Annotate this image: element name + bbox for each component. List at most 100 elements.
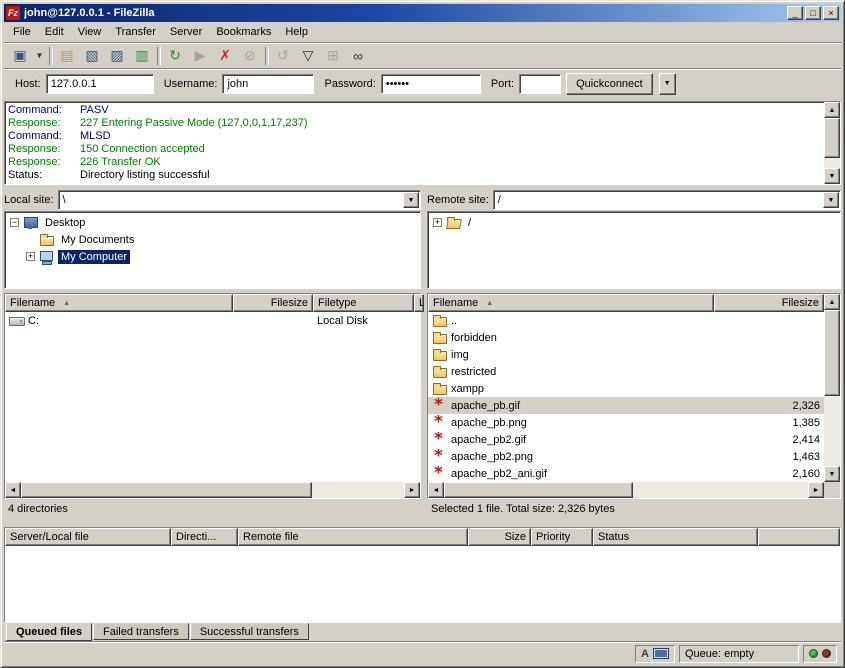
column-header-filesize[interactable]: Filesize <box>714 294 824 312</box>
tree-expander-icon[interactable] <box>26 252 35 261</box>
site-manager-icon[interactable]: ▣ <box>8 45 32 67</box>
tree-item[interactable]: Desktop <box>6 214 419 231</box>
filter-icon[interactable]: ▽ <box>296 45 320 67</box>
tab-failed-transfers[interactable]: Failed transfers <box>93 623 189 640</box>
site-manager-dropdown-icon[interactable]: ▼ <box>33 45 46 67</box>
tree-item[interactable]: / <box>429 214 839 231</box>
quickconnect-dropdown-icon[interactable]: ▼ <box>659 73 676 95</box>
file-row[interactable]: restricted <box>428 363 824 380</box>
tree-node-icon <box>39 232 55 247</box>
local-tree-toggle-icon[interactable]: ▧ <box>80 45 104 67</box>
file-row[interactable]: xampp <box>428 380 824 397</box>
local-site-combobox[interactable]: \ ▼ <box>58 190 421 210</box>
remote-tree-toggle-icon[interactable]: ▨ <box>105 45 129 67</box>
chevron-down-icon[interactable]: ▼ <box>823 192 839 208</box>
column-header-filename[interactable]: Filename ▲ <box>5 294 233 312</box>
tree-item[interactable]: My Computer <box>6 248 419 265</box>
file-row[interactable]: C: Local Disk <box>5 312 420 329</box>
cancel-icon[interactable]: ✗ <box>213 45 237 67</box>
message-log-toggle-icon[interactable]: ▤ <box>55 45 79 67</box>
scrollbar-thumb[interactable] <box>21 482 312 498</box>
scrollbar-thumb[interactable] <box>444 482 633 498</box>
menu-transfer[interactable]: Transfer <box>108 23 163 41</box>
menu-edit[interactable]: Edit <box>38 23 71 41</box>
local-site-value: \ <box>60 194 403 206</box>
scrollbar-track[interactable] <box>21 482 404 498</box>
menu-help[interactable]: Help <box>278 23 315 41</box>
local-horizontal-scrollbar[interactable]: ◄ ► <box>5 482 420 498</box>
host-input[interactable] <box>46 74 154 94</box>
message-log: Command: PASV Response: 227 Entering Pas… <box>4 101 841 185</box>
remote-vertical-scrollbar[interactable]: ▲ ▼ <box>824 294 840 482</box>
process-queue-icon[interactable]: ▶ <box>188 45 212 67</box>
scroll-right-icon[interactable]: ► <box>808 482 824 498</box>
scroll-down-icon[interactable]: ▼ <box>824 466 840 482</box>
column-header-status[interactable]: Status <box>593 528 758 546</box>
file-row[interactable]: img <box>428 346 824 363</box>
scroll-down-icon[interactable]: ▼ <box>824 168 840 184</box>
refresh-icon[interactable]: ↻ <box>163 45 187 67</box>
maximize-button[interactable]: □ <box>805 6 821 20</box>
port-input[interactable] <box>519 74 561 94</box>
tree-item[interactable]: My Documents <box>6 231 419 248</box>
queue-view-toggle-icon[interactable]: ▥ <box>130 45 154 67</box>
chevron-down-icon[interactable]: ▼ <box>403 192 419 208</box>
queue-list[interactable] <box>5 546 840 622</box>
remote-horizontal-scrollbar[interactable]: ◄ ► <box>428 482 824 498</box>
log-scrollbar[interactable]: ▲ ▼ <box>824 102 840 184</box>
scroll-right-icon[interactable]: ► <box>404 482 420 498</box>
scroll-up-icon[interactable]: ▲ <box>824 294 840 310</box>
disconnect-icon[interactable]: ⊘ <box>238 45 262 67</box>
close-button[interactable]: × <box>823 6 839 20</box>
column-header-size[interactable]: Size <box>468 528 531 546</box>
tree-expander-icon[interactable] <box>10 218 19 227</box>
scroll-left-icon[interactable]: ◄ <box>5 482 21 498</box>
file-row[interactable]: .. <box>428 312 824 329</box>
username-input[interactable] <box>222 74 314 94</box>
quickconnect-button[interactable]: Quickconnect <box>566 73 653 95</box>
column-header-remote-file[interactable]: Remote file <box>238 528 468 546</box>
menu-server[interactable]: Server <box>163 23 209 41</box>
reconnect-icon[interactable]: ↺ <box>271 45 295 67</box>
menu-bookmarks[interactable]: Bookmarks <box>209 23 278 41</box>
file-row[interactable]: apache_pb2.gif 2,414 <box>428 431 824 448</box>
file-row[interactable]: apache_pb2_ani.gif 2,160 <box>428 465 824 482</box>
tree-expander-icon[interactable] <box>433 218 442 227</box>
scrollbar-track[interactable] <box>444 482 808 498</box>
local-directory-tree[interactable]: Desktop My Documents My Computer <box>4 211 421 289</box>
menu-view[interactable]: View <box>71 23 109 41</box>
column-header-filetype[interactable]: Filetype <box>313 294 414 312</box>
compare-icon[interactable]: ⊞ <box>321 45 345 67</box>
find-icon[interactable]: ∞ <box>346 45 370 67</box>
tree-item-label: My Computer <box>58 250 130 264</box>
remote-file-list[interactable]: .. forbidden <box>428 312 824 482</box>
file-row[interactable]: apache_pb.gif 2,326 <box>428 397 824 414</box>
column-header-filename[interactable]: Filename ▲ <box>428 294 714 312</box>
horizontal-splitter[interactable] <box>4 519 841 527</box>
file-name: apache_pb.gif <box>451 400 520 412</box>
file-type: Local Disk <box>313 315 414 327</box>
column-header-direction[interactable]: Directi... <box>171 528 238 546</box>
remote-site-combobox[interactable]: / ▼ <box>493 190 841 210</box>
column-header-server-local-file[interactable]: Server/Local file <box>5 528 171 546</box>
password-input[interactable] <box>381 74 481 94</box>
menu-file[interactable]: File <box>6 23 38 41</box>
tab-successful-transfers[interactable]: Successful transfers <box>190 623 309 640</box>
scroll-left-icon[interactable]: ◄ <box>428 482 444 498</box>
scrollbar-track[interactable] <box>824 310 840 466</box>
scrollbar-thumb[interactable] <box>824 310 840 396</box>
column-header-priority[interactable]: Priority <box>531 528 593 546</box>
scroll-up-icon[interactable]: ▲ <box>824 102 840 118</box>
scrollbar-track[interactable] <box>824 118 840 168</box>
column-header-filesize[interactable]: Filesize <box>233 294 313 312</box>
minimize-button[interactable]: _ <box>787 6 803 20</box>
file-row[interactable]: forbidden <box>428 329 824 346</box>
remote-directory-tree[interactable]: / <box>427 211 841 289</box>
file-row[interactable]: apache_pb.png 1,385 <box>428 414 824 431</box>
tab-queued-files[interactable]: Queued files <box>6 623 92 641</box>
titlebar[interactable]: Fz john@127.0.0.1 - FileZilla _ □ × <box>4 4 841 22</box>
queue-tabs: Queued files Failed transfers Successful… <box>4 623 841 641</box>
local-file-list[interactable]: C: Local Disk <box>5 312 420 482</box>
file-row[interactable]: apache_pb2.png 1,463 <box>428 448 824 465</box>
scrollbar-thumb[interactable] <box>824 118 840 158</box>
